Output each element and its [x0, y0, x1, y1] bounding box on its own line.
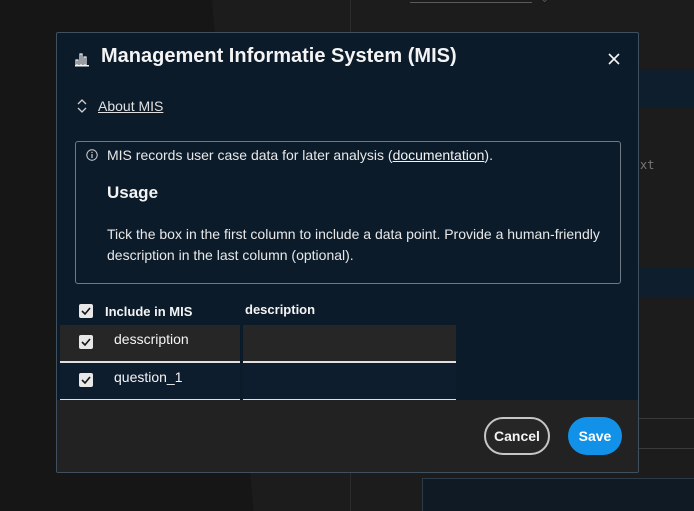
table-cell-label: question_1 — [60, 363, 240, 401]
info-text-before: MIS records user case data for later ana… — [107, 147, 393, 163]
background-text: xt — [640, 158, 655, 172]
about-mis-toggle[interactable]: About MIS — [77, 95, 163, 117]
info-text-after: ). — [484, 147, 493, 163]
close-button[interactable] — [602, 47, 626, 71]
cancel-button[interactable]: Cancel — [484, 417, 550, 455]
description-input[interactable] — [243, 363, 456, 401]
background-chevron-icon: ⌄ — [540, 0, 549, 5]
background-link — [410, 0, 532, 3]
header-description: description — [245, 302, 316, 317]
info-line: MIS records user case data for later ana… — [86, 147, 493, 163]
description-input[interactable] — [243, 325, 456, 363]
usage-heading: Usage — [107, 183, 159, 202]
table-cell-label: desscription — [60, 325, 240, 363]
documentation-link[interactable]: documentation — [393, 147, 485, 163]
save-button[interactable]: Save — [568, 417, 622, 455]
row-checkbox[interactable] — [79, 373, 93, 387]
checkmark-icon — [81, 376, 91, 384]
modal-header: Management Informatie System (MIS) — [57, 33, 638, 83]
row-label: desscription — [114, 331, 189, 347]
checkmark-icon — [81, 338, 91, 346]
usage-description: Tick the box in the first column to incl… — [107, 226, 600, 263]
modal-footer: Cancel Save — [57, 400, 638, 472]
collapse-chevron-icon — [77, 99, 87, 113]
mis-modal: Management Informatie System (MIS) About… — [56, 32, 639, 473]
table-header: Include in MIS description — [57, 299, 638, 325]
header-include-in-mis: Include in MIS — [105, 304, 193, 319]
info-box: MIS records user case data for later ana… — [75, 141, 621, 284]
checkmark-icon — [81, 307, 91, 315]
modal-title: Management Informatie System (MIS) — [101, 45, 457, 67]
table-row: question_1 — [60, 363, 456, 401]
row-label: question_1 — [114, 369, 183, 385]
info-icon — [86, 149, 98, 161]
about-mis-label: About MIS — [98, 98, 164, 114]
select-all-checkbox[interactable] — [79, 304, 93, 318]
close-icon — [608, 53, 620, 65]
bar-chart-icon — [75, 53, 89, 67]
background-bottom-panel — [422, 478, 694, 511]
table-row: desscription — [60, 325, 456, 363]
row-checkbox[interactable] — [79, 335, 93, 349]
